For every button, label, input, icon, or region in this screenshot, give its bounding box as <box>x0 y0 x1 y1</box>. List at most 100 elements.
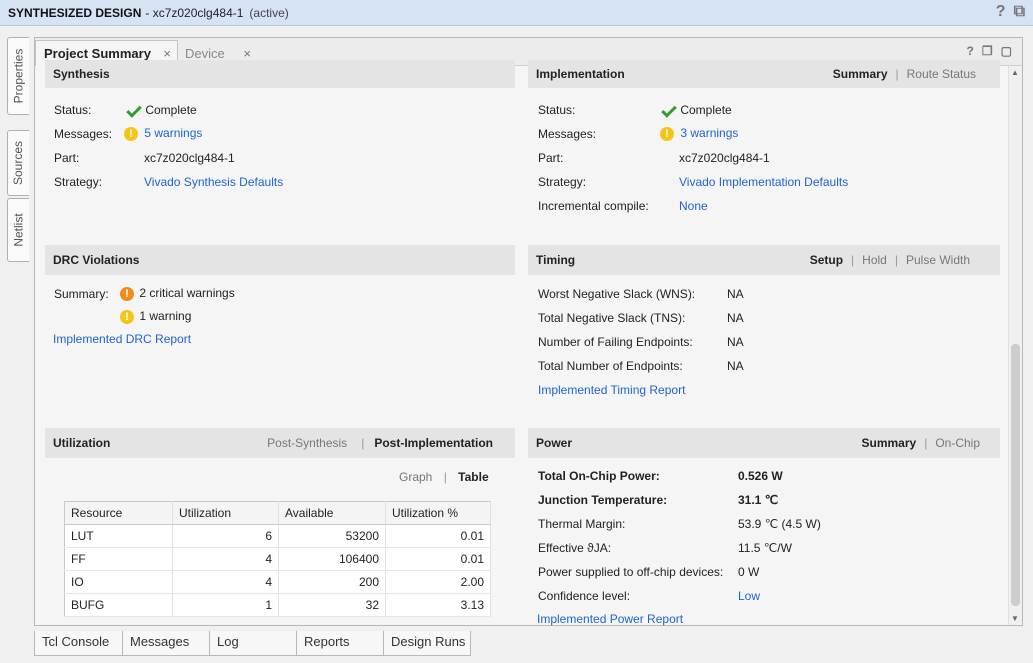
implementation-strategy-label: Strategy: <box>538 175 587 189</box>
drc-header: DRC Violations <box>45 245 515 275</box>
timing-setup-view[interactable]: Setup <box>810 253 843 267</box>
vertical-scrollbar[interactable]: ▲ ▼ <box>1008 66 1022 625</box>
side-tab-netlist[interactable]: Netlist <box>7 198 29 262</box>
close-icon[interactable]: × <box>163 46 171 61</box>
power-row-label: Thermal Margin: <box>538 517 626 531</box>
implementation-part-label: Part: <box>538 151 564 165</box>
tab-design-runs[interactable]: Design Runs <box>383 631 471 656</box>
tab-tcl-console[interactable]: Tcl Console <box>34 631 123 656</box>
side-tab-strip: Properties Sources Netlist <box>0 27 32 663</box>
implementation-route-status-view[interactable]: Route Status <box>907 67 976 81</box>
timing-report-link[interactable]: Implemented Timing Report <box>538 383 685 397</box>
window-subtitle: - xc7z020clg484-1 <box>145 5 244 20</box>
warning-icon: ! <box>660 126 674 141</box>
table-row[interactable]: LUT 6 53200 0.01 <box>64 524 491 548</box>
timing-row-value: NA <box>727 311 744 325</box>
timing-title: Timing <box>536 253 576 267</box>
incremental-compile-link[interactable]: None <box>679 199 708 213</box>
critical-warning-icon: ! <box>120 286 134 301</box>
implementation-summary-view[interactable]: Summary <box>833 67 888 81</box>
window-titlebar: SYNTHESIZED DESIGN - xc7z020clg484-1 (ac… <box>0 0 1033 26</box>
help-icon[interactable]: ? <box>967 44 974 58</box>
timing-hold-view[interactable]: Hold <box>862 253 887 267</box>
column-header[interactable]: Utilization % <box>385 501 491 525</box>
restore-icon[interactable]: ⧉ <box>1014 3 1025 21</box>
incremental-compile-label: Incremental compile: <box>538 199 649 213</box>
table-view[interactable]: Table <box>458 470 488 484</box>
drc-summary-label: Summary: <box>54 287 109 301</box>
help-icon[interactable]: ? <box>996 3 1006 21</box>
close-icon[interactable]: × <box>243 46 251 61</box>
synthesis-messages-label: Messages: <box>54 127 113 141</box>
power-summary-view[interactable]: Summary <box>861 436 916 450</box>
power-row-label: Effective ϑJA: <box>538 541 612 555</box>
utilization-mode-switch: Graph | Table <box>399 470 489 484</box>
implementation-messages-label: Messages: <box>538 127 597 141</box>
timing-row-label: Worst Negative Slack (WNS): <box>538 287 696 301</box>
tab-reports[interactable]: Reports <box>296 631 384 656</box>
synthesis-warnings-link[interactable]: 5 warnings <box>144 126 202 140</box>
check-icon <box>661 104 677 118</box>
synthesis-messages: ! 5 warnings <box>124 126 202 141</box>
side-tab-sources[interactable]: Sources <box>7 130 29 196</box>
window-state: (active) <box>249 5 289 20</box>
power-row-label: Junction Temperature: <box>538 493 668 507</box>
implementation-status-label: Status: <box>538 103 576 117</box>
synthesis-title: Synthesis <box>53 67 110 81</box>
project-summary-panel: Project Summary × Device × ? ❐ ▢ Synthes… <box>34 37 1023 626</box>
power-row-value: 11.5 ℃/W <box>738 541 792 555</box>
post-implementation-view[interactable]: Post-Implementation <box>374 436 493 450</box>
timing-row-label: Total Negative Slack (TNS): <box>538 311 686 325</box>
implementation-part: xc7z020clg484-1 <box>679 151 770 165</box>
post-synthesis-view[interactable]: Post-Synthesis <box>267 436 347 450</box>
synthesis-strategy-link[interactable]: Vivado Synthesis Defaults <box>144 175 283 189</box>
table-row[interactable]: IO 4 200 2.00 <box>64 570 491 594</box>
synthesis-strategy-label: Strategy: <box>54 175 103 189</box>
synthesis-header: Synthesis <box>45 60 515 88</box>
drc-warning: ! 1 warning <box>120 309 191 324</box>
scroll-up-icon[interactable]: ▲ <box>1011 68 1019 77</box>
timing-row-label: Total Number of Endpoints: <box>538 359 683 373</box>
timing-header: Timing Setup | Hold | Pulse Width <box>528 245 1000 275</box>
implementation-strategy-link[interactable]: Vivado Implementation Defaults <box>679 175 848 189</box>
column-header[interactable]: Available <box>278 501 386 525</box>
table-row[interactable]: BUFG 1 32 3.13 <box>64 593 491 617</box>
utilization-title: Utilization <box>53 436 111 450</box>
table-row[interactable]: FF 4 106400 0.01 <box>64 547 491 571</box>
timing-pulse-width-view[interactable]: Pulse Width <box>906 253 970 267</box>
power-row-value: 0.526 W <box>738 469 783 483</box>
drc-title: DRC Violations <box>53 253 140 267</box>
column-header[interactable]: Resource <box>64 501 173 525</box>
float-icon[interactable]: ❐ <box>982 44 993 58</box>
power-row-value: 0 W <box>738 565 760 579</box>
power-report-link[interactable]: Implemented Power Report <box>537 612 683 626</box>
maximize-icon[interactable]: ▢ <box>1001 44 1012 58</box>
power-title: Power <box>536 436 573 450</box>
synthesis-status-label: Status: <box>54 103 92 117</box>
implementation-warnings-link[interactable]: 3 warnings <box>680 126 738 140</box>
graph-view[interactable]: Graph <box>399 470 432 484</box>
implementation-status: Complete <box>661 103 731 118</box>
check-icon <box>126 104 142 118</box>
utilization-header: Utilization Post-Synthesis | Post-Implem… <box>45 428 515 458</box>
scroll-down-icon[interactable]: ▼ <box>1011 614 1019 623</box>
power-header: Power Summary | On-Chip <box>528 428 1000 458</box>
synthesis-part: xc7z020clg484-1 <box>144 151 235 165</box>
timing-row-value: NA <box>727 335 744 349</box>
power-row-label: Total On-Chip Power: <box>538 469 660 483</box>
timing-row-label: Number of Failing Endpoints: <box>538 335 693 349</box>
tab-messages[interactable]: Messages <box>122 631 210 656</box>
column-header[interactable]: Utilization <box>172 501 279 525</box>
power-on-chip-view[interactable]: On-Chip <box>935 436 980 450</box>
implementation-title: Implementation <box>536 67 625 81</box>
scrollbar-thumb[interactable] <box>1011 344 1020 606</box>
implementation-messages: ! 3 warnings <box>660 126 738 141</box>
tab-log[interactable]: Log <box>209 631 297 656</box>
side-tab-properties[interactable]: Properties <box>7 37 29 115</box>
confidence-level-link[interactable]: Low <box>738 589 760 603</box>
timing-row-value: NA <box>727 359 744 373</box>
utilization-table: Resource Utilization Available Utilizati… <box>64 501 491 617</box>
power-row-value: 53.9 ℃ (4.5 W) <box>738 517 821 531</box>
implementation-header: Implementation Summary | Route Status <box>528 60 1000 88</box>
drc-report-link[interactable]: Implemented DRC Report <box>53 332 191 346</box>
